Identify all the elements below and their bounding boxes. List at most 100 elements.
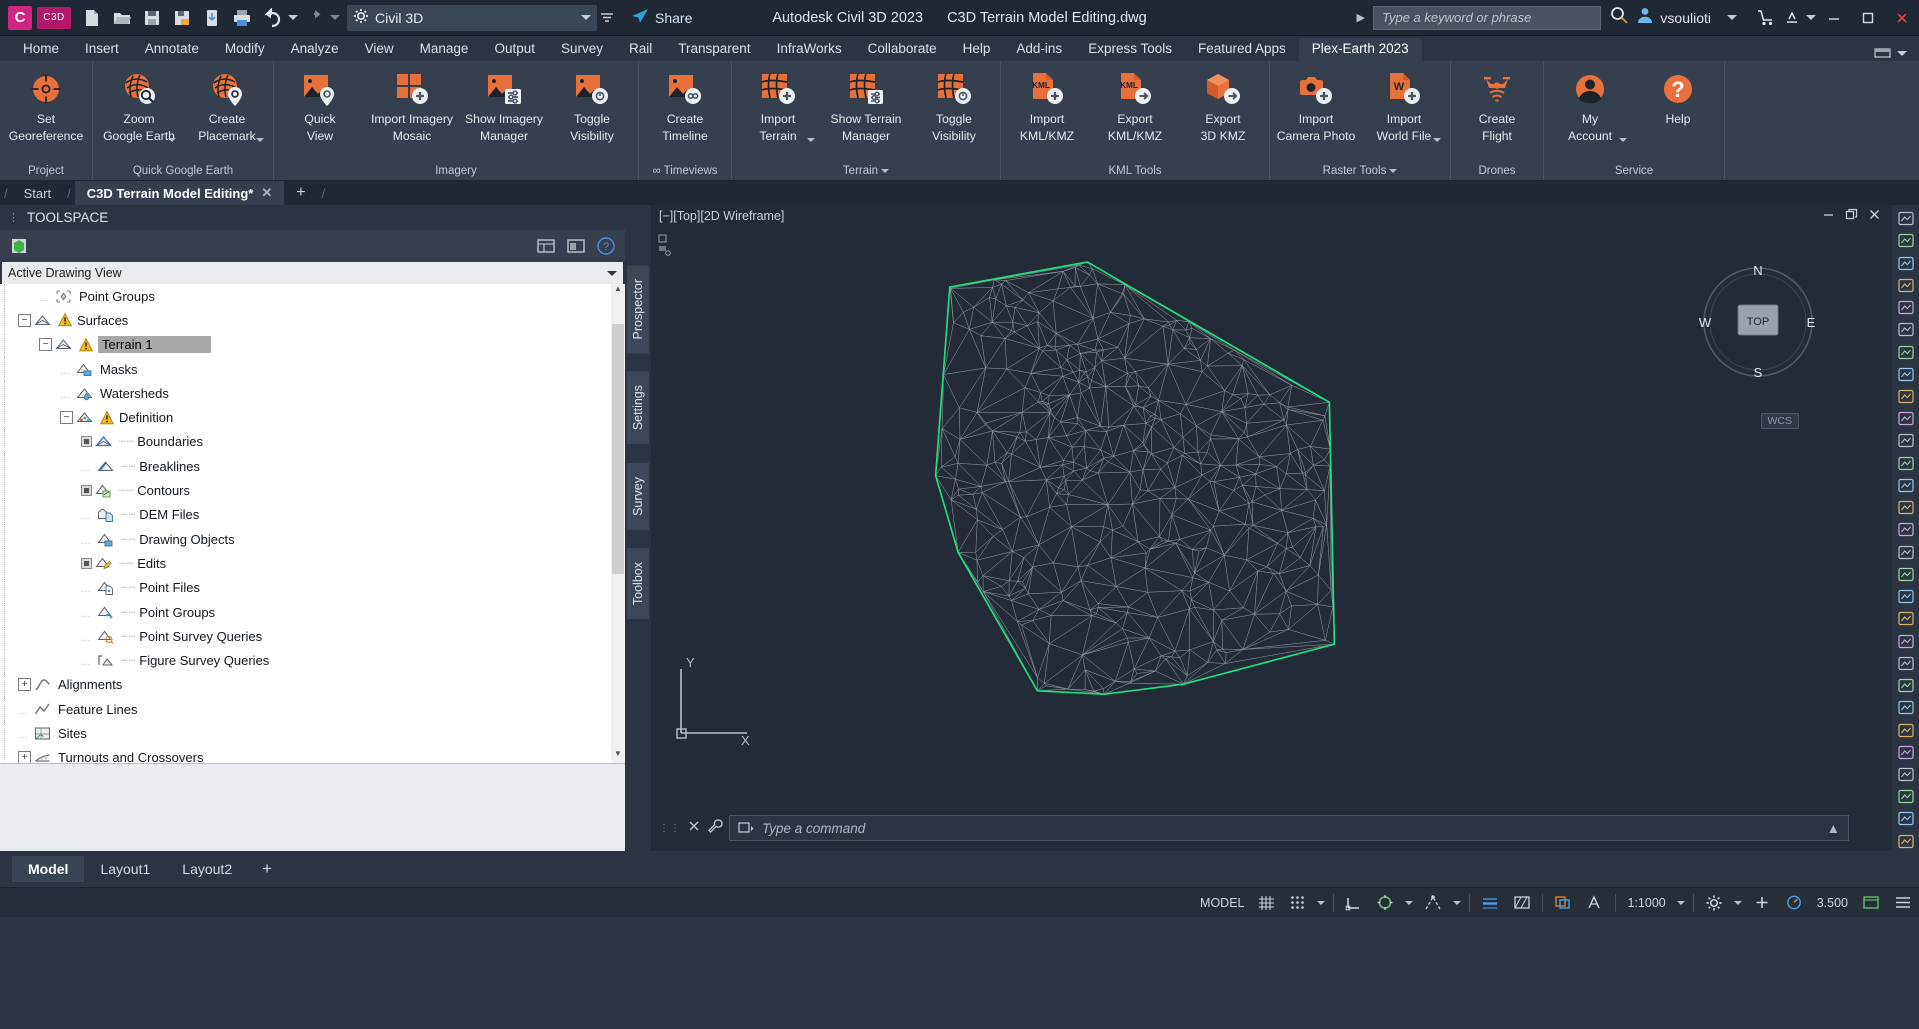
- layout-tab-layout2[interactable]: Layout2: [166, 856, 248, 882]
- ribbon-tab-analyze[interactable]: Analyze: [278, 38, 352, 61]
- clean-screen-icon[interactable]: [1855, 888, 1887, 918]
- tree-item-breaklines[interactable]: … ┈┈ Breaklines: [0, 454, 625, 479]
- open-folder-icon[interactable]: [107, 5, 137, 31]
- tree-item-dem-files[interactable]: … ┈┈ DEM Files: [0, 502, 625, 527]
- ribbon-button-export-kml-kmz[interactable]: KML Export KML/KMZ: [1091, 66, 1179, 143]
- new-layer-icon[interactable]: [1895, 209, 1917, 228]
- leader-icon[interactable]: [1895, 631, 1917, 650]
- drag-handle[interactable]: ⋮: [8, 211, 20, 224]
- surface-boundary[interactable]: [934, 261, 1336, 696]
- tree-item-alignments[interactable]: + Alignments: [0, 672, 625, 697]
- array-icon[interactable]: [1895, 720, 1917, 739]
- workspace-switching-icon[interactable]: [1698, 888, 1730, 918]
- chevron-down-icon[interactable]: [1619, 138, 1627, 142]
- tree-item-watersheds[interactable]: … Watersheds: [0, 381, 625, 406]
- undo-icon[interactable]: [257, 5, 287, 31]
- ribbon-tab-featured-apps[interactable]: Featured Apps: [1185, 38, 1299, 61]
- ribbon-tab-modify[interactable]: Modify: [212, 38, 278, 61]
- side-tab-prospector[interactable]: Prospector: [627, 265, 649, 354]
- side-tab-toolbox[interactable]: Toolbox: [627, 547, 649, 619]
- scroll-down-icon[interactable]: ▼: [611, 749, 625, 763]
- undo-dropdown-icon[interactable]: [287, 5, 299, 31]
- layer-merge-icon[interactable]: [1895, 365, 1917, 384]
- tree-item-feature-lines[interactable]: … Feature Lines: [0, 697, 625, 722]
- snap-dropdown-icon[interactable]: [1313, 888, 1329, 918]
- layer-isolate-icon[interactable]: [1895, 298, 1917, 317]
- isolate-objects-icon[interactable]: [1746, 888, 1778, 918]
- minimize-ribbon-button[interactable]: [1868, 45, 1913, 61]
- block-icon[interactable]: [1895, 676, 1917, 695]
- tree-item-figure-survey-queries[interactable]: … ┈┈ Figure Survey Queries: [0, 648, 625, 673]
- ribbon-tab-express-tools[interactable]: Express Tools: [1075, 38, 1185, 61]
- ribbon-tab-infraworks[interactable]: InfraWorks: [764, 38, 855, 61]
- chevron-down-icon[interactable]: [1433, 138, 1441, 142]
- tree-item-point-files[interactable]: … ┈┈ Point Files: [0, 575, 625, 600]
- ribbon-button-help[interactable]: ? Help: [1634, 66, 1722, 126]
- mirror-icon[interactable]: [1895, 743, 1917, 762]
- graphics-performance-icon[interactable]: [1778, 888, 1810, 918]
- document-tab-c3d-terrain-model-editing[interactable]: C3D Terrain Model Editing* ✕: [74, 181, 285, 205]
- lineweight-toggle[interactable]: [1474, 888, 1506, 918]
- trim-icon[interactable]: [1895, 787, 1917, 806]
- share-button[interactable]: Share: [631, 8, 692, 27]
- object-snap-tracking-toggle[interactable]: [1417, 888, 1449, 918]
- otrack-dropdown-icon[interactable]: [1449, 888, 1465, 918]
- ribbon-button-import-imagery-mosaic[interactable]: Import Imagery Mosaic: [364, 66, 460, 143]
- minimize-window-button[interactable]: [1817, 0, 1851, 36]
- selection-cycling-toggle[interactable]: [1547, 888, 1579, 918]
- plot-icon[interactable]: [227, 5, 257, 31]
- export-icon[interactable]: [197, 5, 227, 31]
- arc-icon[interactable]: [1895, 520, 1917, 539]
- tree-item-surfaces[interactable]: − Surfaces: [0, 308, 625, 333]
- ribbon-button-my-account[interactable]: My Account: [1546, 66, 1634, 143]
- prospector-item-icon[interactable]: [8, 235, 30, 257]
- dimension-icon[interactable]: [1895, 609, 1917, 628]
- tree-item-contours[interactable]: ┈┈ Contours: [0, 478, 625, 503]
- ribbon-tab-collaborate[interactable]: Collaborate: [855, 38, 950, 61]
- tree-scrollbar[interactable]: ▲ ▼: [611, 284, 625, 763]
- panorama-icon[interactable]: [535, 235, 557, 257]
- ribbon-button-quick-view[interactable]: Quick View: [276, 66, 364, 143]
- expand-icon[interactable]: +: [18, 678, 31, 692]
- annotation-monitor-toggle[interactable]: [1579, 888, 1611, 918]
- chevron-down-icon[interactable]: [581, 15, 591, 20]
- tree-item-turnouts-and-crossovers[interactable]: + Turnouts and Crossovers: [0, 745, 625, 763]
- command-line-close-icon[interactable]: [687, 819, 701, 838]
- ribbon-button-show-terrain-manager[interactable]: Show Terrain Manager: [822, 66, 910, 143]
- chevron-down-icon[interactable]: [168, 138, 176, 142]
- command-expand-icon[interactable]: ▲: [1827, 821, 1840, 836]
- collapse-icon[interactable]: −: [60, 411, 73, 425]
- polyline-icon[interactable]: [1895, 498, 1917, 517]
- measure-icon[interactable]: [1895, 698, 1917, 717]
- customization-menu-icon[interactable]: [1887, 888, 1919, 918]
- expand-icon[interactable]: +: [18, 751, 31, 763]
- fillet-icon[interactable]: [1895, 765, 1917, 784]
- chevron-down-icon[interactable]: [881, 168, 890, 173]
- tree-item-sites[interactable]: … Sites: [0, 721, 625, 746]
- workspace-selector[interactable]: Civil 3D: [347, 4, 597, 31]
- tree-item-drawing-objects[interactable]: … ┈┈ Drawing Objects: [0, 527, 625, 552]
- tree-item-point-survey-queries[interactable]: … ┈┈ Point Survey Queries: [0, 624, 625, 649]
- chevron-down-icon[interactable]: [256, 138, 264, 142]
- viewport-config-label[interactable]: [−][Top][2D Wireframe]: [659, 209, 784, 223]
- ortho-mode-toggle[interactable]: [1338, 888, 1369, 918]
- ribbon-button-toggle-visibility[interactable]: Toggle Visibility: [910, 66, 998, 143]
- ribbon-tab-help[interactable]: Help: [950, 38, 1004, 61]
- maximize-window-button[interactable]: [1851, 0, 1885, 36]
- tree-node-marker[interactable]: [81, 436, 92, 448]
- preview-icon[interactable]: [565, 235, 587, 257]
- ribbon-button-import-world-file[interactable]: W Import World File: [1360, 66, 1448, 143]
- layer-walk-icon[interactable]: [1895, 342, 1917, 361]
- redo-dropdown-icon[interactable]: [329, 5, 341, 31]
- ribbon-tab-output[interactable]: Output: [481, 38, 548, 61]
- point-icon[interactable]: [1895, 454, 1917, 473]
- scrollbar-thumb[interactable]: [612, 324, 624, 574]
- redo-icon[interactable]: [299, 5, 329, 31]
- view-cube[interactable]: N S E W TOP: [1693, 257, 1823, 387]
- osnap-dropdown-icon[interactable]: [1401, 888, 1417, 918]
- lineweight-value[interactable]: 3.500: [1810, 888, 1855, 918]
- help-menu-icon[interactable]: [1783, 0, 1817, 36]
- snap-mode-toggle[interactable]: [1282, 888, 1313, 918]
- ribbon-button-show-imagery-manager[interactable]: Show Imagery Manager: [460, 66, 548, 143]
- layer-delete-icon[interactable]: [1895, 387, 1917, 406]
